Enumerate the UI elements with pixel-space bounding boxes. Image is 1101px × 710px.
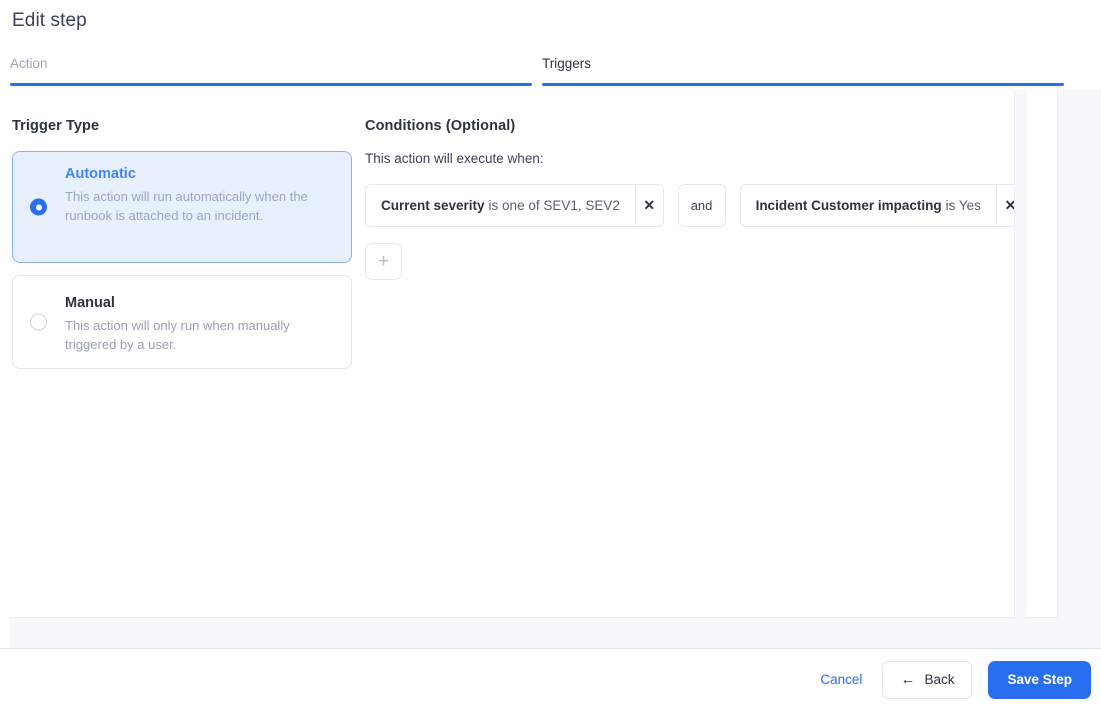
page-title: Edit step	[12, 10, 87, 31]
conditions-subtext: This action will execute when:	[365, 151, 544, 166]
save-step-button[interactable]: Save Step	[988, 660, 1091, 699]
scrollbar[interactable]	[1014, 90, 1027, 618]
condition-chip[interactable]: Incident Customer impacting is Yes ✕	[739, 184, 1025, 227]
condition-field: Incident Customer impacting	[755, 198, 942, 213]
trigger-option-manual[interactable]: Manual This action will only run when ma…	[12, 275, 352, 370]
radio-selected-icon	[30, 198, 47, 216]
trigger-option-automatic[interactable]: Automatic This action will run automatic…	[12, 151, 352, 263]
tab-action-label: Action	[10, 56, 48, 71]
trigger-option-manual-description: This action will only run when manually …	[65, 318, 290, 353]
trigger-option-manual-title: Manual	[65, 295, 115, 311]
condition-text: Incident Customer impacting is Yes	[741, 185, 996, 226]
back-button[interactable]: ← Back	[882, 660, 973, 699]
condition-field: Current severity	[381, 198, 485, 213]
trigger-type-section: Trigger Type Automatic This action will …	[12, 118, 352, 381]
conditions-section: Conditions (Optional) This action will e…	[365, 118, 1025, 280]
conditions-heading: Conditions (Optional)	[365, 118, 516, 134]
trigger-option-automatic-description: This action will run automatically when …	[65, 189, 308, 224]
condition-connector[interactable]: and	[677, 184, 726, 227]
tab-triggers[interactable]: Triggers	[542, 56, 1064, 86]
trigger-option-automatic-title: Automatic	[65, 166, 136, 182]
modal-body-panel: Trigger Type Automatic This action will …	[10, 90, 1058, 618]
tab-triggers-label: Triggers	[542, 56, 592, 71]
condition-expression: is Yes	[945, 198, 981, 213]
cancel-button[interactable]: Cancel	[816, 666, 866, 693]
add-condition-button[interactable]: +	[365, 243, 402, 280]
trigger-type-heading: Trigger Type	[12, 118, 100, 134]
radio-unselected-icon	[30, 313, 47, 331]
condition-expression: is one of SEV1, SEV2	[488, 198, 620, 213]
tab-action[interactable]: Action	[10, 56, 532, 86]
back-button-label: Back	[924, 672, 955, 687]
scrollbar-thumb[interactable]	[1015, 90, 1027, 618]
condition-remove-icon[interactable]: ✕	[634, 185, 663, 226]
modal-body: Trigger Type Automatic This action will …	[10, 90, 1101, 648]
arrow-left-icon: ←	[900, 671, 916, 688]
edit-step-modal: Edit step Action Triggers Trigger Type A…	[0, 0, 1101, 710]
modal-footer: Cancel ← Back Save Step	[0, 649, 1101, 710]
condition-text: Current severity is one of SEV1, SEV2	[366, 185, 635, 226]
tab-bar: Action Triggers	[10, 56, 1064, 86]
conditions-list: Current severity is one of SEV1, SEV2 ✕ …	[365, 184, 1025, 227]
condition-chip[interactable]: Current severity is one of SEV1, SEV2 ✕	[365, 184, 664, 227]
